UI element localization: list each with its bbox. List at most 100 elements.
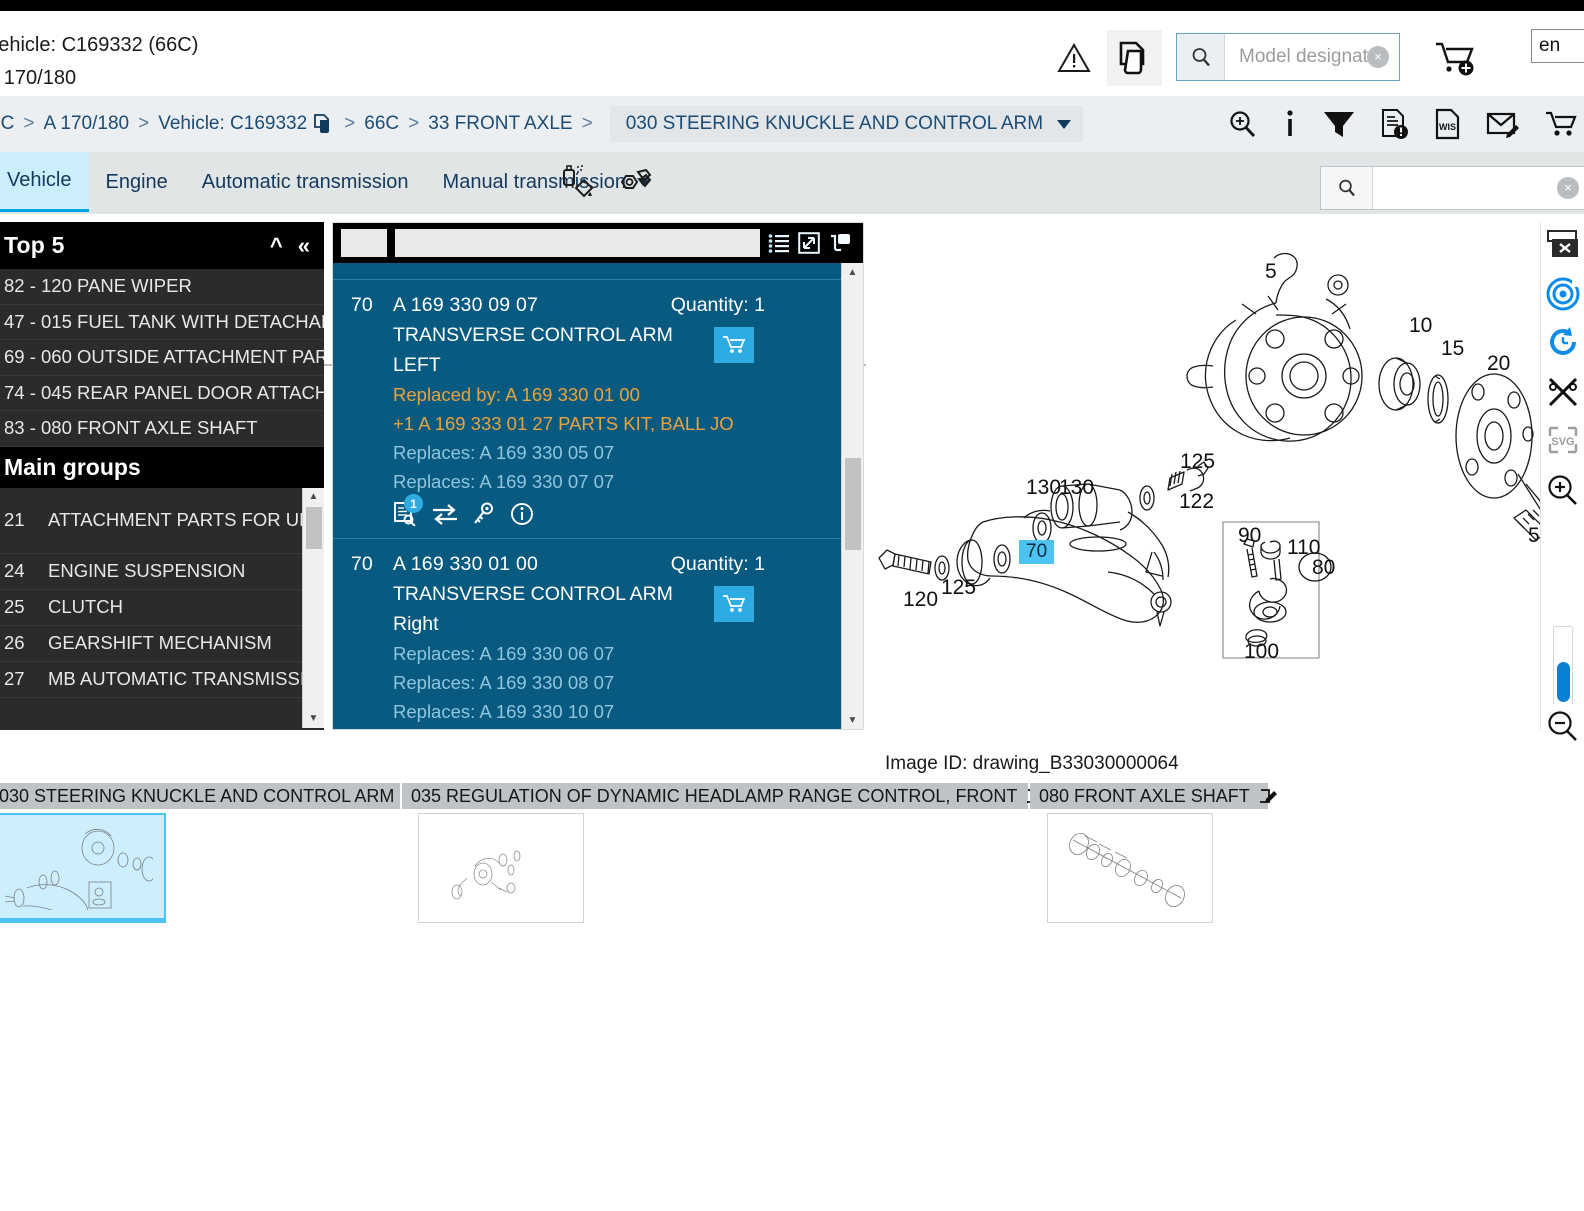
- zoom-out-icon[interactable]: [1541, 704, 1584, 748]
- breadcrumb-item-model[interactable]: A 170/180: [44, 113, 130, 135]
- tab-automatic-transmission[interactable]: Automatic transmission: [185, 152, 426, 212]
- part-number[interactable]: A 169 330 01 00: [393, 553, 538, 576]
- scrollbar-thumb[interactable]: [845, 458, 861, 550]
- document-alert-icon[interactable]: [1380, 108, 1410, 140]
- scrollbar-thumb[interactable]: [306, 506, 322, 549]
- main-group-label: MB AUTOMATIC TRANSMISSION: [48, 668, 302, 689]
- top5-item-4[interactable]: 83 - 080 FRONT AXLE SHAFT: [0, 411, 324, 447]
- exchange-arrows-icon[interactable]: [432, 503, 458, 525]
- model-designation-search[interactable]: ×: [1176, 33, 1400, 81]
- zoom-slider[interactable]: [1553, 626, 1573, 704]
- add-to-cart-button[interactable]: [714, 327, 754, 363]
- top5-item-2[interactable]: 69 - 060 OUTSIDE ATTACHMENT PARTS: [0, 340, 324, 376]
- part-number[interactable]: A 169 330 09 07: [393, 294, 538, 317]
- main-group-row[interactable]: 21 ATTACHMENT PARTS FOR UNITS: [0, 488, 302, 554]
- cart-icon[interactable]: [1544, 109, 1578, 139]
- part-name: TRANSVERSE CONTROL ARM: [393, 583, 673, 605]
- expand-icon[interactable]: [798, 232, 820, 254]
- parts-list-body: 70 A 169 330 09 07 Quantity: 1 TRANSVERS…: [333, 263, 841, 729]
- sub-group-tab-035[interactable]: 035 REGULATION OF DYNAMIC HEADLAMP RANGE…: [402, 783, 1045, 809]
- callout-100: 100: [1244, 640, 1279, 663]
- vehicle-title: Vehicle: C169332 (66C): [0, 34, 199, 56]
- part-quantity: Quantity: 1: [670, 553, 765, 575]
- copy-documents-icon[interactable]: [1107, 30, 1162, 86]
- part-kit-reference[interactable]: +1 A 169 333 01 27 PARTS KIT, BALL JO: [393, 413, 841, 435]
- breadcrumb-item-front-axle[interactable]: 33 FRONT AXLE: [428, 113, 572, 135]
- parts-search-bar[interactable]: ×: [1320, 166, 1584, 210]
- scroll-down-arrow-icon[interactable]: ▼: [842, 711, 863, 729]
- document-search-icon[interactable]: 1: [393, 494, 423, 526]
- clear-search-icon[interactable]: ×: [1367, 46, 1389, 68]
- search-icon[interactable]: [1321, 167, 1373, 209]
- add-to-cart-button[interactable]: [714, 586, 754, 622]
- part-replaced-by[interactable]: Replaced by: A 169 330 01 00: [393, 384, 841, 406]
- thumbnail-080-front-axle-shaft[interactable]: [1047, 813, 1213, 923]
- parts-search-input[interactable]: [1373, 167, 1584, 209]
- main-group-number: 26: [4, 632, 25, 653]
- reset-rotate-icon[interactable]: [1541, 320, 1584, 364]
- paint-spray-icon[interactable]: [558, 162, 598, 207]
- list-view-icon[interactable]: [768, 233, 790, 253]
- scroll-up-arrow-icon[interactable]: ▲: [303, 488, 324, 506]
- chevron-up-icon[interactable]: ^: [270, 234, 283, 257]
- scroll-down-arrow-icon[interactable]: ▼: [303, 710, 324, 728]
- main-group-row[interactable]: 24 ENGINE SUSPENSION: [0, 554, 302, 590]
- sub-group-tab-080[interactable]: 080 FRONT AXLE SHAFT: [1030, 783, 1277, 809]
- close-panel-icon[interactable]: [1541, 222, 1584, 266]
- callout-70-highlight[interactable]: 70: [1019, 540, 1055, 564]
- callout-120: 120: [903, 588, 938, 611]
- drawing-viewer[interactable]: 5 10 15 20 50 125 122 130 130 120 125 90…: [866, 222, 1540, 730]
- search-icon[interactable]: [1177, 34, 1225, 80]
- main-group-row[interactable]: 25 CLUTCH: [0, 590, 302, 626]
- wis-document-icon[interactable]: WIS: [1434, 108, 1462, 140]
- warning-triangle-icon[interactable]: [1057, 41, 1091, 75]
- thumbnail-030-steering-knuckle[interactable]: [0, 813, 166, 923]
- zoom-slider-handle[interactable]: [1557, 662, 1570, 702]
- parts-search-input-wrap: ×: [1373, 167, 1584, 209]
- breadcrumb-active-dropdown[interactable]: 030 STEERING KNUCKLE AND CONTROL ARM: [609, 106, 1084, 142]
- breadcrumb-item-pc[interactable]: PC: [0, 113, 14, 135]
- fasteners-icon[interactable]: [614, 162, 654, 207]
- thumbnail-drawing: [451, 850, 521, 900]
- edit-pencil-icon[interactable]: [1259, 787, 1278, 805]
- info-circle-icon[interactable]: [510, 502, 534, 526]
- mail-edit-icon[interactable]: [1486, 109, 1520, 139]
- top5-item-3[interactable]: 74 - 045 REAR PANEL DOOR ATTACHM...: [0, 376, 324, 411]
- breadcrumb-item-vehicle[interactable]: Vehicle: C169332: [158, 113, 307, 135]
- part-row[interactable]: 70 A 169 330 09 07 Quantity: 1 TRANSVERS…: [333, 279, 841, 538]
- filter-icon[interactable]: [1322, 108, 1356, 140]
- sub-group-tabs: 030 STEERING KNUCKLE AND CONTROL ARM 035…: [0, 783, 1584, 809]
- info-icon[interactable]: [1282, 108, 1298, 140]
- main-groups-scrollbar[interactable]: ▲ ▼: [302, 487, 324, 728]
- cart-add-icon[interactable]: [1434, 39, 1480, 79]
- parts-list-scrollbar[interactable]: ▲ ▼: [841, 263, 863, 729]
- zoom-search-icon[interactable]: [1226, 108, 1258, 140]
- top5-item-0[interactable]: 82 - 120 PANE WIPER: [0, 269, 324, 305]
- parts-list-panel: 70 A 169 330 09 07 Quantity: 1 TRANSVERS…: [332, 222, 864, 730]
- clear-search-icon[interactable]: ×: [1557, 177, 1579, 199]
- target-focus-icon[interactable]: [1541, 272, 1584, 316]
- parts-filter-button[interactable]: [341, 229, 387, 257]
- svg-text:WIS: WIS: [1439, 122, 1456, 132]
- svg-export-icon[interactable]: SVG: [1541, 418, 1584, 462]
- key-search-icon[interactable]: [473, 502, 495, 526]
- main-group-row[interactable]: 26 GEARSHIFT MECHANISM: [0, 626, 302, 662]
- tab-engine[interactable]: Engine: [89, 152, 185, 212]
- part-row[interactable]: 70 A 169 330 01 00 Quantity: 1 TRANSVERS…: [333, 538, 841, 729]
- top-black-strip: [0, 0, 1584, 11]
- document-count-badge: 1: [404, 494, 423, 513]
- scroll-up-arrow-icon[interactable]: ▲: [842, 263, 863, 281]
- sub-group-tab-030[interactable]: 030 STEERING KNUCKLE AND CONTROL ARM: [0, 783, 422, 809]
- popout-window-icon[interactable]: [828, 232, 852, 254]
- chevron-double-left-icon[interactable]: «: [298, 234, 310, 257]
- top5-item-1[interactable]: 47 - 015 FUEL TANK WITH DETACHABL...: [0, 305, 324, 340]
- copy-vehicle-icon[interactable]: [313, 113, 335, 135]
- language-selector[interactable]: en: [1531, 29, 1584, 63]
- parts-filter-field[interactable]: [395, 229, 760, 257]
- breadcrumb-item-66c[interactable]: 66C: [364, 113, 399, 135]
- cut-scissors-icon[interactable]: [1541, 370, 1584, 414]
- zoom-in-icon[interactable]: [1541, 468, 1584, 512]
- tab-vehicle[interactable]: Vehicle: [0, 152, 89, 212]
- thumbnail-035-headlamp-range[interactable]: [418, 813, 584, 923]
- main-group-row[interactable]: 27 MB AUTOMATIC TRANSMISSION: [0, 662, 302, 698]
